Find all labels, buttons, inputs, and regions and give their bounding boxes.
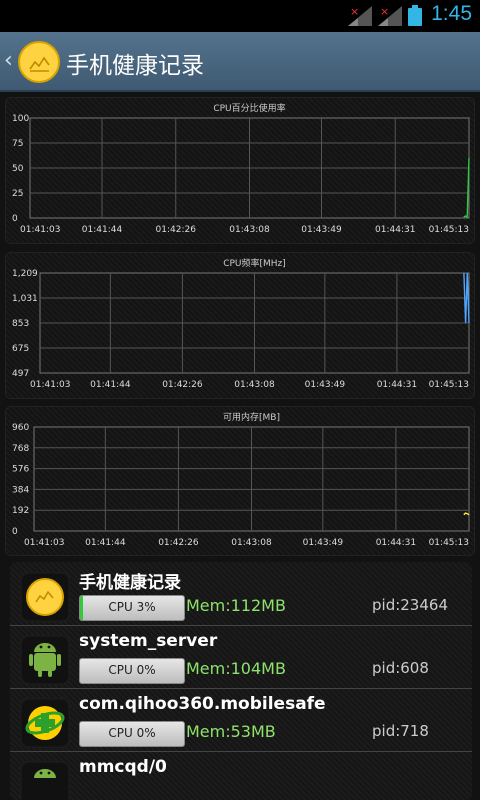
process-id: pid:608	[372, 659, 429, 677]
y-tick-label: 0	[12, 214, 18, 224]
process-name: 手机健康记录	[79, 573, 181, 593]
list-item[interactable]: com.qihoo360.mobilesafe CPU 0% Mem:53MB …	[10, 688, 472, 752]
x-tick-label: 01:45:13	[429, 380, 469, 390]
y-tick-label: 100	[12, 114, 29, 124]
y-tick-label: 497	[12, 369, 29, 379]
x-tick-label: 01:44:31	[376, 538, 416, 548]
x-tick-label: 01:41:44	[90, 380, 131, 390]
chart-svg: CPU频率[MHz] 1,209 1,031 853 675 49701:41:03 01:…	[12, 257, 470, 390]
process-name: mmcqd/0	[79, 757, 167, 777]
memory-usage: Mem:112MB	[186, 596, 286, 615]
process-list: 手机健康记录 CPU 3% Mem:112MB pid:23464 system…	[10, 562, 472, 800]
x-tick-label: 01:43:08	[229, 225, 270, 235]
x-tick-label: 01:41:03	[30, 380, 70, 390]
android-icon	[20, 761, 70, 800]
y-tick-label: 768	[12, 444, 29, 454]
x-tick-label: 01:42:26	[158, 538, 199, 548]
memory-usage: Mem:104MB	[186, 659, 286, 678]
y-tick-label: 0	[12, 527, 18, 537]
list-item[interactable]: system_server CPU 0% Mem:104MB pid:608	[10, 625, 472, 689]
process-name: system_server	[79, 631, 218, 651]
battery-icon	[408, 5, 422, 26]
cpu-usage-bar[interactable]: CPU 0%	[79, 658, 185, 684]
cpu-usage-bar[interactable]: CPU 0%	[79, 721, 185, 747]
cpu-usage-label: CPU 0%	[108, 726, 156, 740]
x-tick-label: 01:45:13	[429, 538, 469, 548]
action-bar: ‹ 手机健康记录	[0, 32, 480, 92]
page-title: 手机健康记录	[66, 53, 204, 79]
chevron-left-icon[interactable]: ‹	[4, 48, 13, 73]
x-tick-label: 01:42:26	[156, 225, 197, 235]
health-chart-icon[interactable]	[18, 41, 60, 83]
series-line	[463, 272, 470, 324]
y-tick-label: 1,031	[12, 294, 38, 304]
x-tick-label: 01:44:31	[377, 380, 417, 390]
process-id: pid:23464	[372, 596, 448, 614]
x-tick-label: 01:44:31	[375, 225, 415, 235]
y-tick-label: 192	[12, 506, 29, 516]
chart-title: 可用内存[MB]	[223, 411, 280, 423]
cpu-usage-chart: CPU百分比使用率 100 75 50 25 0 01:41:03 01:41:44 01:42…	[5, 97, 475, 244]
x-tick-label: 01:43:08	[231, 538, 272, 548]
process-name: com.qihoo360.mobilesafe	[79, 694, 326, 714]
x-tick-label: 01:43:08	[234, 380, 275, 390]
series-line	[463, 157, 470, 219]
process-id: pid:718	[372, 722, 429, 740]
chart-title: CPU频率[MHz]	[223, 257, 286, 269]
svg-text:×: ×	[380, 6, 389, 18]
chart-title: CPU百分比使用率	[213, 102, 285, 114]
y-tick-label: 675	[12, 344, 29, 354]
x-tick-label: 01:41:03	[20, 225, 60, 235]
cpu-usage-label: CPU 0%	[108, 663, 156, 677]
status-clock: 1:45	[431, 2, 472, 25]
x-tick-label: 01:45:13	[429, 225, 469, 235]
signal-strength-icon-2: ×	[378, 6, 402, 26]
svg-text:×: ×	[350, 6, 359, 18]
android-icon	[20, 635, 70, 685]
x-tick-label: 01:43:49	[305, 380, 346, 390]
list-item[interactable]: 手机健康记录 CPU 3% Mem:112MB pid:23464	[10, 562, 472, 626]
chart-svg: 可用内存[MB] 960 768 576 384 192 0 01:41:03 01:41:44…	[12, 411, 470, 548]
x-tick-label: 01:41:44	[85, 538, 126, 548]
y-tick-label: 25	[12, 189, 23, 199]
y-tick-label: 1,209	[12, 269, 38, 279]
y-tick-label: 384	[12, 485, 29, 495]
chart-svg: CPU百分比使用率 100 75 50 25 001:41:03 01:41:44 01:42…	[12, 102, 470, 235]
x-tick-label: 01:41:44	[82, 225, 123, 235]
series-line	[463, 512, 470, 516]
cpu-frequency-chart: CPU频率[MHz] 1,209 1,031 853 675 497 01:41:03 01:…	[5, 252, 475, 399]
y-tick-label: 50	[12, 164, 24, 174]
x-tick-label: 01:41:03	[24, 538, 64, 548]
signal-strength-icon: ×	[348, 6, 372, 26]
cpu-usage-bar[interactable]: CPU 3%	[79, 595, 185, 621]
cpu-usage-label: CPU 3%	[108, 600, 156, 614]
y-tick-label: 576	[12, 465, 29, 475]
list-item[interactable]: mmcqd/0	[10, 751, 472, 800]
y-tick-label: 960	[12, 423, 29, 433]
qihoo-shield-icon	[20, 698, 70, 748]
available-memory-chart: 可用内存[MB] 960 768 576 384 192 0 01:41:03 01:41:44…	[5, 406, 475, 556]
x-tick-label: 01:43:49	[301, 225, 342, 235]
y-tick-label: 75	[12, 139, 23, 149]
status-bar: × × 1:45	[0, 0, 480, 32]
memory-usage: Mem:53MB	[186, 722, 276, 741]
x-tick-label: 01:43:49	[303, 538, 344, 548]
y-tick-label: 853	[12, 319, 29, 329]
health-chart-icon	[20, 572, 70, 622]
x-tick-label: 01:42:26	[162, 380, 203, 390]
